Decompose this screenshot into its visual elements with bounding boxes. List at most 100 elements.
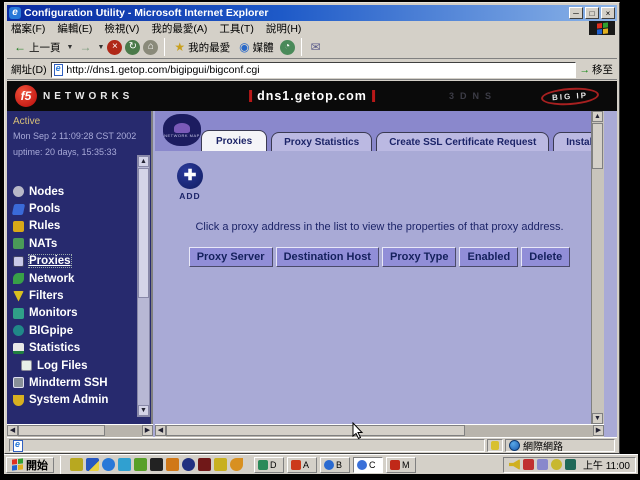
sidebar-item-nats[interactable]: NATs	[13, 235, 137, 252]
tray-icon[interactable]	[551, 459, 562, 470]
media-button[interactable]: ◉ 媒體	[236, 38, 276, 57]
tray-icon[interactable]	[565, 459, 576, 470]
scroll-right-icon[interactable]: ▶	[142, 425, 153, 436]
refresh-button[interactable]: ↻	[125, 40, 140, 55]
menu-edit[interactable]: 編輯(E)	[57, 21, 92, 36]
minimize-button[interactable]: ─	[569, 7, 583, 19]
sidebar-item-filters[interactable]: Filters	[13, 287, 137, 304]
sidebar-item-system-admin[interactable]: System Admin	[13, 392, 137, 409]
quick-launch-icon[interactable]	[198, 458, 211, 471]
tab-create-ssl-certificate-request[interactable]: Create SSL Certificate Request	[376, 132, 549, 151]
forward-dropdown[interactable]: ▼	[97, 44, 104, 51]
stop-button[interactable]: ×	[107, 40, 122, 55]
menu-favorites[interactable]: 我的最愛(A)	[151, 21, 207, 36]
quick-launch-icon[interactable]	[70, 458, 83, 471]
main-frame: NETWORK MAP Proxies Proxy Statistics Cre…	[155, 111, 604, 424]
sidebar-item-bigpipe[interactable]: BIGpipe	[13, 322, 137, 339]
history-button[interactable]: ◔	[280, 40, 295, 55]
scroll-right-icon[interactable]: ▶	[593, 425, 604, 436]
scrollbar-thumb[interactable]	[18, 425, 105, 436]
scroll-up-icon[interactable]: ▲	[138, 156, 149, 167]
scroll-up-icon[interactable]: ▲	[592, 111, 603, 122]
bigpipe-icon	[13, 325, 24, 336]
windows-flag-icon	[12, 458, 23, 470]
scroll-down-icon[interactable]: ▼	[592, 413, 603, 424]
statistics-icon	[13, 343, 24, 354]
tab-proxies[interactable]: Proxies	[201, 130, 267, 151]
main-vertical-scrollbar[interactable]: ▲ ▼	[591, 111, 604, 424]
home-button[interactable]: ⌂	[143, 40, 158, 55]
network-map-button[interactable]: NETWORK MAP	[163, 114, 201, 146]
scroll-left-icon[interactable]: ◀	[155, 425, 166, 436]
task-window-button[interactable]: D	[254, 457, 284, 473]
quick-launch-icon[interactable]	[230, 458, 243, 471]
sidebar-item-statistics[interactable]: Statistics	[13, 340, 137, 357]
sidebar-item-monitors[interactable]: Monitors	[13, 305, 137, 322]
scrollbar-thumb[interactable]	[592, 123, 603, 169]
sidebar-item-pools[interactable]: Pools	[13, 200, 137, 217]
internet-explorer-icon[interactable]	[102, 458, 115, 471]
taskbar-clock[interactable]: 上午 11:00	[583, 457, 630, 472]
scroll-left-icon[interactable]: ◀	[7, 425, 18, 436]
sidebar-item-rules[interactable]: Rules	[13, 218, 137, 235]
task-window-button-active[interactable]: C	[353, 457, 383, 473]
mail-button[interactable]: ✉	[308, 38, 324, 57]
sidebar-item-proxies[interactable]: Proxies	[13, 253, 137, 270]
sidebar-vertical-scrollbar[interactable]: ▲ ▼	[137, 155, 150, 417]
menu-file[interactable]: 檔案(F)	[11, 21, 45, 36]
tray-icon[interactable]	[537, 459, 548, 470]
add-proxy-button[interactable]: ✚	[177, 163, 203, 189]
column-proxy-server[interactable]: Proxy Server	[189, 247, 273, 267]
address-input[interactable]	[66, 64, 572, 76]
window-icon	[324, 460, 334, 470]
quick-launch-icon[interactable]	[150, 458, 163, 471]
hostname: dns1.getop.com	[257, 89, 367, 103]
sidebar-item-network[interactable]: Network	[13, 270, 137, 287]
menu-tools[interactable]: 工具(T)	[219, 21, 253, 36]
sidebar-item-nodes[interactable]: Nodes	[13, 183, 137, 200]
sidebar-horizontal-scrollbar[interactable]: ◀ ▶	[7, 424, 153, 437]
tab-proxy-statistics[interactable]: Proxy Statistics	[271, 132, 372, 151]
task-window-button[interactable]: A	[287, 457, 317, 473]
quick-launch-icon[interactable]	[214, 458, 227, 471]
close-button[interactable]: ×	[601, 7, 615, 19]
scrollbar-thumb[interactable]	[138, 168, 149, 298]
instruction-text: Click a proxy address in the list to vie…	[155, 221, 604, 233]
menu-help[interactable]: 說明(H)	[266, 21, 302, 36]
mouse-cursor	[352, 422, 364, 440]
product-3dns: 3DNS	[449, 91, 497, 101]
volume-icon[interactable]	[509, 459, 520, 470]
column-destination-host[interactable]: Destination Host	[276, 247, 379, 267]
system-datetime: Mon Sep 2 11:09:28 CST 2002	[13, 131, 136, 141]
network-map-icon	[174, 123, 190, 133]
back-dropdown[interactable]: ▼	[67, 44, 74, 51]
start-button[interactable]: 開始	[6, 457, 54, 473]
tray-icon[interactable]	[523, 459, 534, 470]
forward-button[interactable]: →	[76, 38, 94, 57]
task-window-button[interactable]: M	[386, 457, 416, 473]
monitors-icon	[13, 308, 24, 319]
quick-launch-icon[interactable]	[166, 458, 179, 471]
scrollbar-thumb[interactable]	[166, 425, 465, 436]
maximize-button[interactable]: □	[585, 7, 599, 19]
column-proxy-type[interactable]: Proxy Type	[382, 247, 457, 267]
sidebar-item-mindterm-ssh[interactable]: Mindterm SSH	[13, 374, 137, 391]
favorites-button[interactable]: ★ 我的最愛	[171, 38, 233, 57]
go-icon: →	[580, 64, 591, 76]
main-horizontal-scrollbar[interactable]: ◀ ▶	[155, 424, 604, 437]
column-delete[interactable]: Delete	[521, 247, 570, 267]
quick-launch-icon[interactable]	[182, 458, 195, 471]
menu-view[interactable]: 檢視(V)	[104, 21, 139, 36]
back-button[interactable]: ← 上一頁	[11, 38, 64, 57]
lock-icon	[491, 441, 499, 450]
show-desktop-icon[interactable]	[86, 458, 99, 471]
go-button[interactable]: → 移至	[580, 62, 614, 77]
task-window-button[interactable]: B	[320, 457, 350, 473]
sidebar: Active Mon Sep 2 11:09:28 CST 2002 uptim…	[7, 111, 153, 424]
task-buttons: D A B C M	[254, 457, 416, 473]
sidebar-item-log-files[interactable]: Log Files	[13, 357, 137, 374]
quick-launch-icon[interactable]	[134, 458, 147, 471]
quick-launch-icon[interactable]	[118, 458, 131, 471]
scroll-down-icon[interactable]: ▼	[138, 405, 149, 416]
column-enabled[interactable]: Enabled	[459, 247, 518, 267]
